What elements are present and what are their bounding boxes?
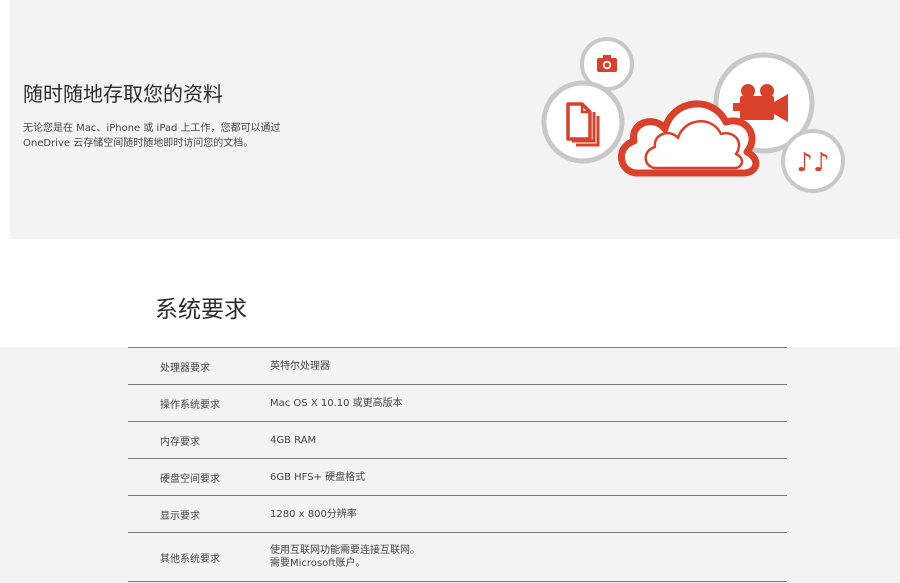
hero-section: 随时随地存取您的资料 无论您是在 Mac、iPhone 或 iPad 上工作，您… <box>10 0 900 239</box>
spec-value-disk: 6GB HFS+ 硬盘格式 <box>270 471 366 483</box>
spec-label-other: 其他系统要求 <box>160 553 220 565</box>
spec-label-disk: 硬盘空间要求 <box>160 473 220 485</box>
spec-value-other-line1: 使用互联网功能需要连接互联网。 <box>270 545 420 556</box>
table-row: 处理器要求 英特尔处理器 <box>128 347 787 385</box>
music-notes-icon: ♪♪ <box>781 129 845 193</box>
table-row: 硬盘空间要求 6GB HFS+ 硬盘格式 <box>128 458 787 496</box>
documents-icon <box>541 80 625 164</box>
table-row: 其他系统要求 使用互联网功能需要连接互联网。 需要Microsoft账户。 <box>128 532 787 582</box>
spec-label-os: 操作系统要求 <box>160 399 220 411</box>
spec-value-display: 1280 x 800分辨率 <box>270 508 357 520</box>
hero-title: 随时随地存取您的资料 <box>23 82 223 106</box>
spec-value-other: 使用互联网功能需要连接互联网。 需要Microsoft账户。 <box>270 533 787 582</box>
hero-illustration: ♪♪ <box>541 37 845 193</box>
hero-description: 无论您是在 Mac、iPhone 或 iPad 上工作，您都可以通过 OneDr… <box>23 123 281 149</box>
system-requirements-title: 系统要求 <box>155 297 247 323</box>
table-row: 显示要求 1280 x 800分辨率 <box>128 495 787 533</box>
svg-text:♪♪: ♪♪ <box>796 148 829 178</box>
spec-value-os: Mac OS X 10.10 或更高版本 <box>270 397 403 409</box>
spec-label-display: 显示要求 <box>160 510 200 522</box>
spec-value-other-line2: 需要Microsoft账户。 <box>270 558 366 569</box>
spec-value-memory: 4GB RAM <box>270 434 317 446</box>
table-row: 内存要求 4GB RAM <box>128 421 787 459</box>
spec-label-processor: 处理器要求 <box>160 362 210 374</box>
system-requirements-table: 处理器要求 英特尔处理器 操作系统要求 Mac OS X 10.10 或更高版本… <box>128 347 787 582</box>
spec-value-processor: 英特尔处理器 <box>270 360 330 372</box>
spec-label-memory: 内存要求 <box>160 436 200 448</box>
table-row: 操作系统要求 Mac OS X 10.10 或更高版本 <box>128 384 787 422</box>
